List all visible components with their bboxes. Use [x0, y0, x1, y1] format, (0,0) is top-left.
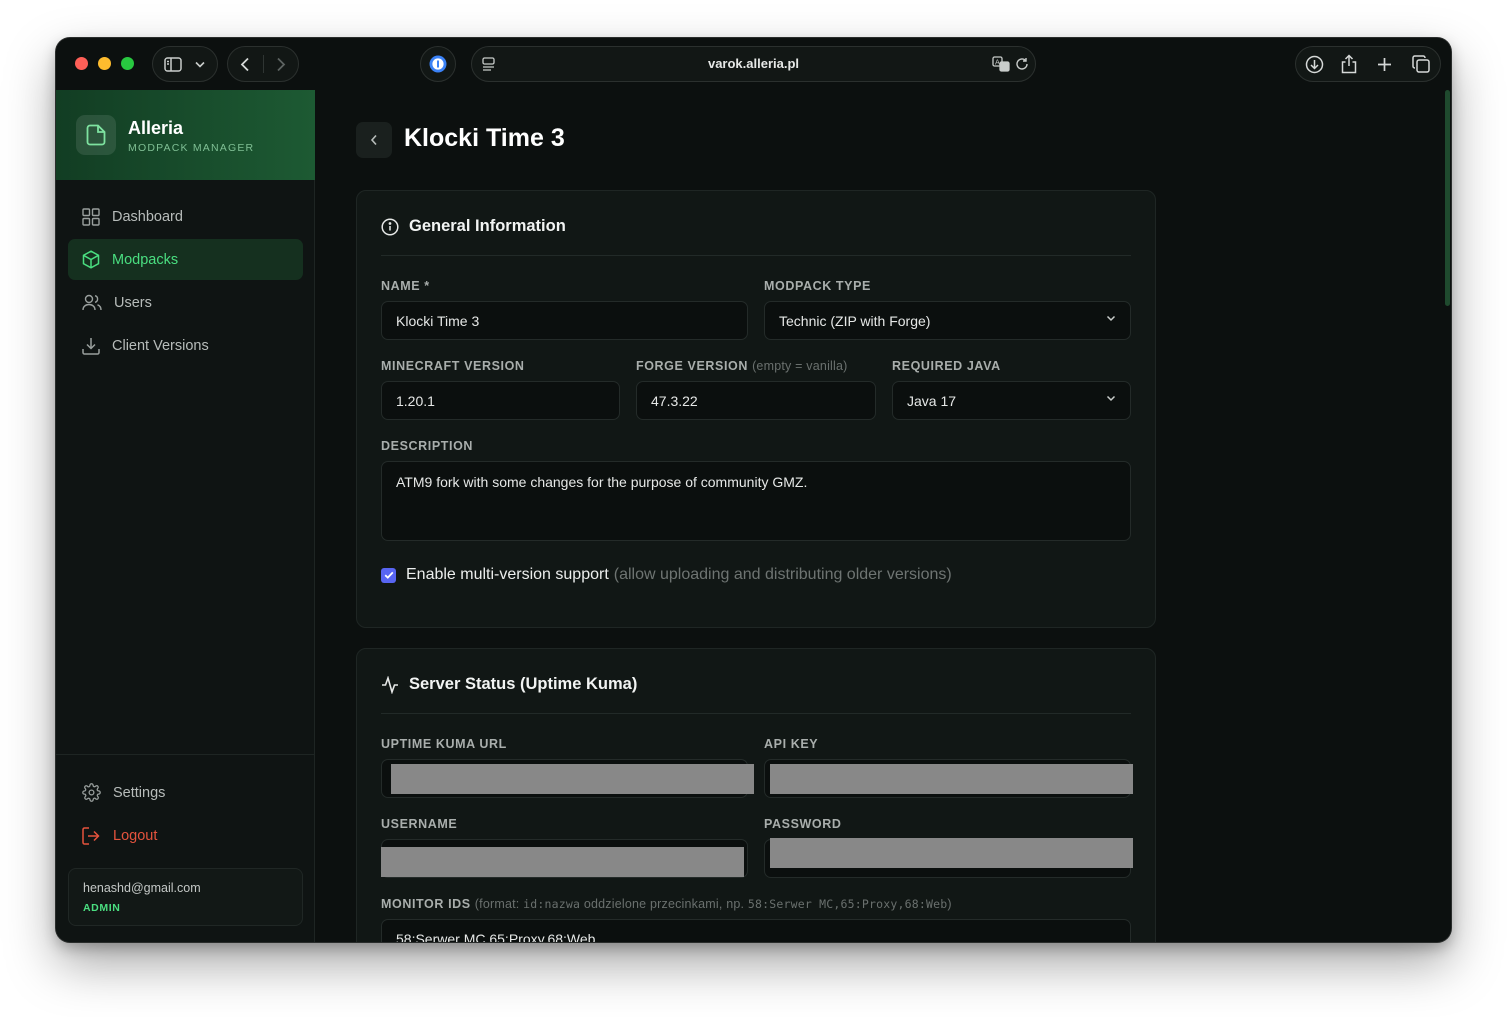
file-icon [76, 115, 116, 155]
minimize-window-button[interactable] [98, 57, 111, 70]
reload-icon[interactable] [1015, 57, 1029, 71]
modpack-type-select[interactable]: Technic (ZIP with Forge) [764, 301, 1131, 340]
grid-icon [82, 207, 100, 226]
sidebar-toggle-button[interactable] [152, 46, 218, 82]
browser-window: varok.alleria.pl A Alleria MODPACK MANAG… [56, 38, 1451, 942]
card-heading: General Information [381, 217, 566, 236]
nav-item-settings[interactable]: Settings [68, 772, 303, 813]
chevron-down-icon [1106, 395, 1116, 402]
chevron-down-icon [195, 61, 205, 68]
forge-version-hint: (empty = vanilla) [752, 359, 848, 373]
monitor-ids-input[interactable]: 58:Serwer MC,65:Proxy,68:Web [381, 919, 1131, 942]
required-java-label: REQUIRED JAVA [892, 359, 1001, 373]
chevron-down-icon [1106, 315, 1116, 322]
monitor-ids-label: MONITOR IDS (format: id:nazwa oddzielone… [381, 897, 952, 911]
uptime-kuma-url-label: UPTIME KUMA URL [381, 737, 507, 751]
chevron-left-icon [370, 134, 377, 146]
new-tab-icon[interactable] [1377, 57, 1392, 72]
nav-item-label: Users [114, 294, 152, 311]
box-icon [82, 250, 100, 269]
nav-item-client-versions[interactable]: Client Versions [68, 325, 303, 366]
nav-item-modpacks[interactable]: Modpacks [68, 239, 303, 280]
browser-toolbar: varok.alleria.pl A [56, 38, 1451, 90]
modpack-type-label: MODPACK TYPE [764, 279, 871, 293]
svg-text:A: A [995, 59, 1000, 67]
brand-header[interactable]: Alleria MODPACK MANAGER [56, 90, 315, 180]
share-icon[interactable] [1341, 54, 1357, 74]
api-key-label: API KEY [764, 737, 819, 751]
minecraft-version-label: MINECRAFT VERSION [381, 359, 525, 373]
toolbar-actions [1295, 46, 1441, 82]
page-scrollbar[interactable] [1441, 90, 1451, 942]
nav-item-label: Logout [113, 827, 158, 844]
nav-item-users[interactable]: Users [68, 282, 303, 323]
user-email: henashd@gmail.com [83, 881, 201, 895]
description-label: DESCRIPTION [381, 439, 474, 453]
user-card: henashd@gmail.com ADMIN [68, 868, 303, 926]
sidebar-divider [56, 754, 315, 755]
forge-version-label: FORGE VERSION (empty = vanilla) [636, 359, 848, 373]
nav-item-label: Dashboard [112, 208, 183, 225]
back-button[interactable] [356, 122, 392, 158]
gear-icon [82, 783, 101, 802]
password-label: PASSWORD [764, 817, 842, 831]
tab-overview-icon[interactable] [1412, 55, 1430, 73]
download-icon[interactable] [1305, 55, 1324, 74]
scrollbar-thumb[interactable] [1445, 90, 1450, 306]
redacted-block [770, 838, 1133, 868]
nav-item-label: Settings [113, 784, 166, 801]
info-icon [381, 217, 399, 236]
card-divider [381, 713, 1131, 714]
brand-subtitle: MODPACK MANAGER [128, 142, 255, 154]
nav-item-label: Modpacks [112, 251, 179, 268]
multi-version-checkbox[interactable] [381, 567, 396, 583]
users-icon [82, 294, 102, 311]
nav-item-dashboard[interactable]: Dashboard [68, 196, 303, 237]
logout-icon [82, 826, 100, 845]
activity-icon [382, 675, 398, 694]
page-title: Klocki Time 3 [404, 124, 565, 152]
main-content: Klocki Time 3 General Information NAME *… [316, 90, 1451, 942]
brand-name: Alleria [128, 118, 184, 138]
check-icon [384, 571, 393, 579]
card-heading: Server Status (Uptime Kuma) [381, 675, 637, 694]
forward-arrow-icon[interactable] [276, 57, 286, 72]
username-label: USERNAME [381, 817, 458, 831]
multi-version-label: Enable multi-version support [406, 566, 609, 583]
forge-version-input[interactable]: 47.3.22 [636, 381, 876, 420]
name-input[interactable]: Klocki Time 3 [381, 301, 748, 340]
description-textarea[interactable]: ATM9 fork with some changes for the purp… [381, 461, 1131, 541]
address-bar[interactable]: varok.alleria.pl A [471, 46, 1036, 82]
close-window-button[interactable] [75, 57, 88, 70]
user-role-badge: ADMIN [83, 902, 121, 914]
server-status-card: Server Status (Uptime Kuma) UPTIME KUMA … [356, 648, 1156, 942]
multi-version-toggle[interactable]: Enable multi-version support (allow uplo… [381, 566, 952, 584]
required-java-select[interactable]: Java 17 [892, 381, 1131, 420]
sidebar: Alleria MODPACK MANAGER Dashboard Modpac… [56, 90, 315, 942]
download-icon [82, 337, 100, 355]
multi-version-hint: (allow uploading and distributing older … [613, 566, 952, 583]
redacted-block [391, 764, 754, 794]
nav-item-label: Client Versions [112, 337, 209, 354]
general-information-card: General Information NAME * Klocki Time 3… [356, 190, 1156, 628]
name-label: NAME * [381, 279, 430, 293]
card-divider [381, 255, 1131, 256]
monitor-ids-hint: (format: id:nazwa oddzielone przecinkami… [474, 897, 952, 911]
minecraft-version-input[interactable]: 1.20.1 [381, 381, 620, 420]
password-manager-icon [429, 55, 447, 73]
zoom-window-button[interactable] [121, 57, 134, 70]
sidebar-icon [164, 56, 182, 72]
back-arrow-icon[interactable] [240, 57, 250, 72]
url-text: varok.alleria.pl [707, 56, 800, 71]
redacted-block [381, 847, 744, 877]
password-manager-button[interactable] [420, 46, 456, 82]
history-nav [227, 46, 299, 82]
nav-item-logout[interactable]: Logout [68, 815, 303, 856]
redacted-block [770, 764, 1133, 794]
translate-icon[interactable]: A [992, 56, 1011, 72]
